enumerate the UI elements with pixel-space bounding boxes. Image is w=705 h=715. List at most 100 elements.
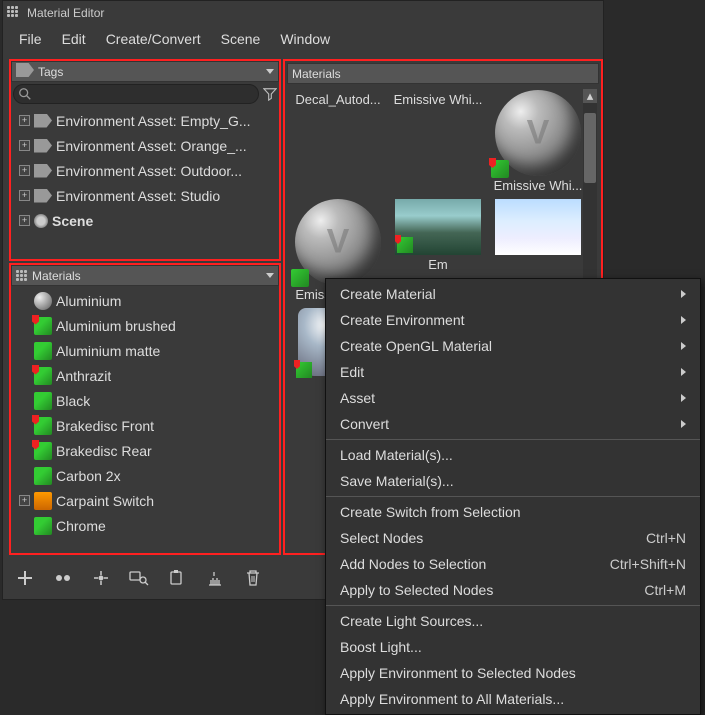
- context-menu-item[interactable]: Apply to Selected Nodes Ctrl+M: [326, 577, 700, 603]
- menu-window[interactable]: Window: [272, 28, 338, 50]
- filter-icon[interactable]: [263, 87, 277, 101]
- context-menu-item[interactable]: Apply Environment to Selected Nodes: [326, 660, 700, 686]
- add-icon[interactable]: [15, 568, 35, 588]
- context-menu-item[interactable]: Save Material(s)...: [326, 468, 700, 494]
- chevron-right-icon: [681, 290, 686, 298]
- context-menu-item[interactable]: Select Nodes Ctrl+N: [326, 525, 700, 551]
- titlebar[interactable]: Material Editor: [3, 1, 603, 25]
- materials-tree-row[interactable]: Anthrazit: [13, 363, 277, 388]
- material-thumb[interactable]: Decal_Autod...: [291, 90, 385, 120]
- menu-create-convert[interactable]: Create/Convert: [98, 28, 209, 50]
- tag-icon: [34, 164, 52, 178]
- chevron-down-icon[interactable]: [266, 69, 274, 74]
- materials-tree-header[interactable]: Materials: [11, 265, 279, 286]
- material-icon: [34, 342, 52, 360]
- menu-item-label: Select Nodes: [340, 530, 423, 546]
- scroll-thumb[interactable]: [584, 113, 596, 183]
- paste-icon[interactable]: [167, 568, 187, 588]
- material-thumb[interactable]: Emissive Whi...: [491, 90, 585, 193]
- materials-tree-row[interactable]: Aluminium: [13, 288, 277, 313]
- chevron-right-icon: [681, 420, 686, 428]
- scene-icon: [34, 214, 48, 228]
- tag-icon: [34, 189, 52, 203]
- tag-icon: [34, 139, 52, 153]
- expander-icon[interactable]: +: [19, 115, 30, 126]
- expander-icon[interactable]: +: [19, 140, 30, 151]
- menu-shortcut: Ctrl+N: [646, 530, 686, 546]
- materials-tree-row[interactable]: +Carpaint Switch: [13, 488, 277, 513]
- sphere-preview: [495, 90, 581, 176]
- menubar: File Edit Create/Convert Scene Window: [3, 25, 603, 53]
- tree-label: Chrome: [56, 518, 106, 534]
- menu-file[interactable]: File: [11, 28, 50, 50]
- context-menu-item[interactable]: Create Light Sources...: [326, 608, 700, 634]
- menu-item-label: Add Nodes to Selection: [340, 556, 486, 572]
- materials-tree-row[interactable]: Aluminium matte: [13, 338, 277, 363]
- thumb-label: [491, 255, 585, 257]
- materials-grid-header[interactable]: Materials: [287, 63, 599, 84]
- menu-separator: [326, 439, 700, 440]
- node-icon[interactable]: [91, 568, 111, 588]
- material-icon: [34, 417, 52, 435]
- context-menu-item[interactable]: Convert: [326, 411, 700, 437]
- search-input[interactable]: [13, 84, 259, 104]
- find-icon[interactable]: [129, 568, 149, 588]
- materials-tree-row[interactable]: Brakedisc Front: [13, 413, 277, 438]
- dots-icon[interactable]: [53, 568, 73, 588]
- context-menu-item[interactable]: Add Nodes to SelectionCtrl+Shift+N: [326, 551, 700, 577]
- thumb-label: Em: [391, 255, 485, 272]
- tags-panel-header[interactable]: Tags: [11, 61, 279, 82]
- materials-tree-row[interactable]: Carbon 2x: [13, 463, 277, 488]
- menu-item-label: Apply to Selected Nodes: [340, 582, 493, 598]
- tags-tree-row[interactable]: + Environment Asset: Orange_...: [13, 133, 277, 158]
- material-thumb[interactable]: Emissive Whi...: [391, 90, 485, 120]
- tags-tree-row[interactable]: +Scene: [13, 208, 277, 233]
- menu-edit[interactable]: Edit: [54, 28, 94, 50]
- menu-scene[interactable]: Scene: [213, 28, 269, 50]
- tree-label: Environment Asset: Studio: [56, 188, 220, 204]
- material-icon: [34, 442, 52, 460]
- trash-icon[interactable]: [243, 568, 263, 588]
- materials-tree-row[interactable]: Aluminium brushed: [13, 313, 277, 338]
- expander-icon[interactable]: +: [19, 215, 30, 226]
- chevron-down-icon[interactable]: [266, 273, 274, 278]
- search-icon: [18, 87, 32, 101]
- materials-tree-row[interactable]: Brakedisc Rear: [13, 438, 277, 463]
- brush-icon[interactable]: [205, 568, 225, 588]
- bottom-toolbar: [9, 561, 299, 595]
- chevron-right-icon: [681, 394, 686, 402]
- context-menu-item[interactable]: Apply Environment to All Materials...: [326, 686, 700, 712]
- tree-label: Anthrazit: [56, 368, 111, 384]
- chevron-right-icon: [681, 316, 686, 324]
- materials-tree-row[interactable]: Chrome: [13, 513, 277, 538]
- expander-icon[interactable]: +: [19, 495, 30, 506]
- material-icon: [34, 367, 52, 385]
- context-menu-item[interactable]: Create Switch from Selection: [326, 499, 700, 525]
- material-icon: [34, 317, 52, 335]
- menu-item-label: Asset: [340, 390, 375, 406]
- menu-item-label: Edit: [340, 364, 364, 380]
- tree-label: Environment Asset: Orange_...: [56, 138, 247, 154]
- tags-tree-row[interactable]: +Environment Asset: Outdoor...: [13, 158, 277, 183]
- context-menu-item[interactable]: Create Material: [326, 281, 700, 307]
- context-menu-item[interactable]: Create Environment: [326, 307, 700, 333]
- context-menu-item[interactable]: Create OpenGL Material: [326, 333, 700, 359]
- tree-label: Black: [56, 393, 90, 409]
- expander-icon[interactable]: +: [19, 190, 30, 201]
- tree-label: Carbon 2x: [56, 468, 121, 484]
- expander-icon[interactable]: +: [19, 165, 30, 176]
- scroll-up-icon[interactable]: ▴: [583, 89, 597, 103]
- tree-label: Brakedisc Rear: [56, 443, 152, 459]
- tags-tree-row[interactable]: +Environment Asset: Empty_G...: [13, 108, 277, 133]
- context-menu: Create MaterialCreate EnvironmentCreate …: [325, 278, 701, 715]
- context-menu-item[interactable]: Load Material(s)...: [326, 442, 700, 468]
- materials-tree-row[interactable]: Black: [13, 388, 277, 413]
- context-menu-item[interactable]: Edit: [326, 359, 700, 385]
- context-menu-item[interactable]: Asset: [326, 385, 700, 411]
- materials-tree: AluminiumAluminium brushedAluminium matt…: [11, 286, 279, 552]
- tags-tree-row[interactable]: + Environment Asset: Studio: [13, 183, 277, 208]
- context-menu-item[interactable]: Boost Light...: [326, 634, 700, 660]
- menu-shortcut: Ctrl+M: [644, 582, 686, 598]
- search-row: [11, 82, 279, 106]
- materials-tree-label: Materials: [32, 269, 81, 283]
